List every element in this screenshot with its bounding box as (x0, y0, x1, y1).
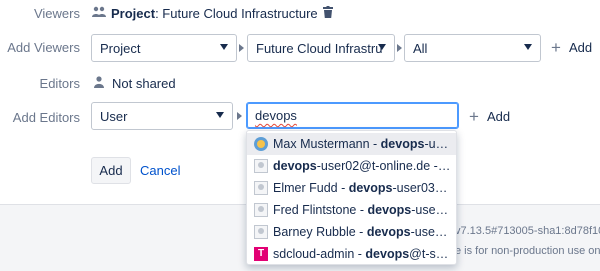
group-icon (92, 6, 106, 21)
footer-version: v7.13.5#713005-sha1:8d78f10) (455, 225, 600, 237)
viewers-row: Viewers Project: Future Cloud Infrastruc… (0, 6, 600, 22)
editors-status: Not shared (112, 76, 176, 91)
chevron-right-icon (397, 44, 402, 52)
default-avatar-icon (254, 159, 268, 173)
editor-search-input[interactable]: devops (246, 102, 459, 129)
add-editor-button[interactable]: + Add (469, 108, 510, 125)
add-button[interactable]: Add (91, 157, 131, 184)
default-avatar-icon (254, 181, 268, 195)
suggestion-item[interactable]: devops-user02@t-online.de - d... (247, 155, 456, 177)
footer-note: e is for non-production use onl (455, 245, 600, 257)
editor-type-select[interactable]: User (91, 102, 233, 130)
project-prefix: Project (111, 6, 156, 21)
viewers-label: Viewers (33, 6, 80, 21)
suggestion-item[interactable]: Elmer Fudd - devops-user03@t... (247, 177, 456, 199)
plus-icon: + (551, 38, 561, 57)
chevron-down-icon (220, 44, 228, 50)
chevron-right-icon (239, 44, 244, 52)
editors-label: Editors (39, 76, 80, 91)
chevron-down-icon (378, 44, 386, 50)
cancel-link[interactable]: Cancel (140, 163, 180, 178)
user-suggestions-dropdown: Max Mustermann - devops-use... devops-us… (246, 130, 457, 265)
suggestion-item[interactable]: Barney Rubble - devops-user05... (247, 221, 456, 243)
chevron-right-icon (237, 112, 242, 120)
suggestion-item[interactable]: T sdcloud-admin - devops@t-sys... (247, 243, 456, 264)
chevron-down-icon (524, 44, 532, 50)
viewer-project-select[interactable]: Future Cloud Infrastru (247, 34, 395, 62)
add-viewers-label: Add Viewers (7, 40, 80, 55)
t-brand-icon: T (254, 247, 268, 261)
suggestion-item[interactable]: Max Mustermann - devops-use... (247, 133, 456, 155)
default-avatar-icon (254, 203, 268, 217)
suggestion-item[interactable]: Fred Flintstone - devops-user0... (247, 199, 456, 221)
user-icon (94, 76, 104, 91)
trash-icon[interactable] (322, 6, 333, 21)
chevron-down-icon (216, 112, 224, 118)
plus-icon: + (469, 107, 479, 126)
add-viewer-button[interactable]: + Add (551, 39, 592, 56)
project-name: : Future Cloud Infrastructure (155, 6, 318, 21)
viewer-scope-select[interactable]: All (404, 34, 541, 62)
viewer-type-select[interactable]: Project (91, 34, 237, 62)
editors-value: Not shared (94, 76, 176, 91)
add-editors-label: Add Editors (12, 110, 80, 125)
face-icon (254, 137, 268, 151)
default-avatar-icon (254, 225, 268, 239)
viewers-value: Project: Future Cloud Infrastructure (92, 6, 333, 21)
